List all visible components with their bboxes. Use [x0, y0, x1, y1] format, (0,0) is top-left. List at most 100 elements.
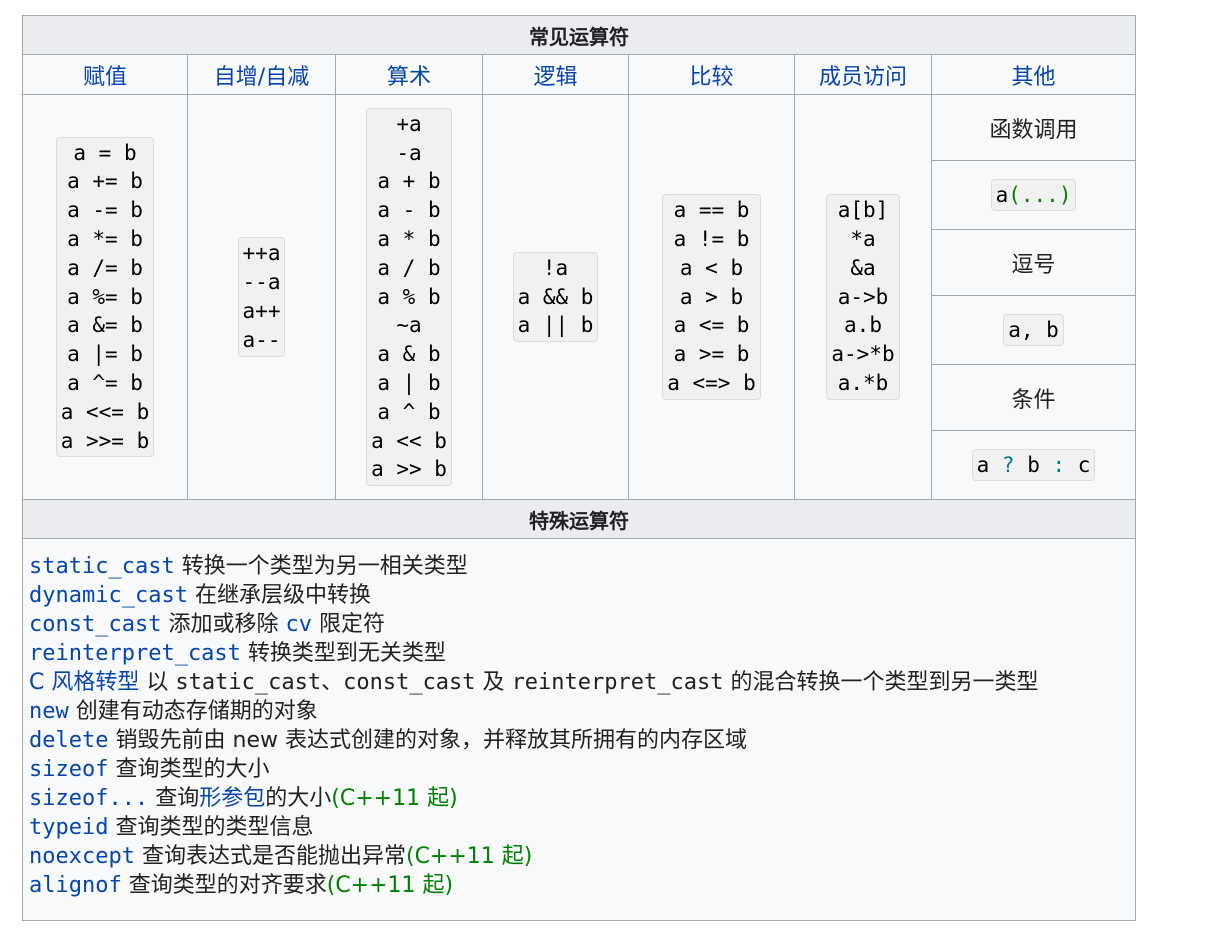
- operator-line[interactable]: a->*b: [831, 340, 894, 369]
- operator-line[interactable]: a + b: [371, 167, 447, 196]
- new-link[interactable]: new: [29, 699, 69, 724]
- operator-line[interactable]: --a: [243, 268, 281, 297]
- arithmetic-cell: +a -a a + ba - ba * ba / ba % b ~a a & ba | …: [335, 94, 483, 500]
- reinterpret-cast-link[interactable]: reinterpret_cast: [29, 641, 241, 666]
- function-call-code[interactable]: a(...): [990, 178, 1077, 212]
- operator-line[interactable]: -a: [371, 139, 447, 168]
- operator-line[interactable]: a && b: [518, 283, 594, 312]
- alignof-link[interactable]: alignof: [29, 873, 122, 898]
- operator-line[interactable]: a |= b: [61, 340, 150, 369]
- operator-line[interactable]: a += b: [61, 167, 150, 196]
- c-style-code-static: static_cast: [175, 670, 322, 695]
- noexcept-link[interactable]: noexcept: [29, 844, 135, 869]
- parameter-pack-link[interactable]: 形参包: [199, 786, 265, 811]
- operator-line[interactable]: a *= b: [61, 225, 150, 254]
- operator-line[interactable]: a << b: [371, 427, 447, 456]
- operator-line[interactable]: a ^ b: [371, 398, 447, 427]
- comparison-code-box: a == ba != ba < ba > ba <= ba >= ba <=> …: [662, 194, 761, 400]
- arithmetic-code-box: +a -a a + ba - ba * ba / ba % b ~a a & ba | …: [366, 107, 452, 487]
- operator-line[interactable]: &a: [831, 254, 894, 283]
- operator-line[interactable]: a < b: [667, 254, 756, 283]
- sizeof-pack-link[interactable]: sizeof...: [29, 786, 148, 811]
- column-headers: 赋值 自增/自减 算术 逻辑 比较 成员访问 其他: [22, 54, 1137, 95]
- list-item: sizeof... 查询形参包的大小(C++11 起): [29, 784, 1135, 813]
- delete-desc-post: 表达式创建的对象，并释放其所拥有的内存区域: [284, 728, 747, 753]
- header-comparison-link[interactable]: 比较: [689, 65, 733, 90]
- operator-line[interactable]: a.b: [831, 311, 894, 340]
- cv-link[interactable]: cv: [285, 612, 312, 637]
- operator-line[interactable]: a & b: [371, 340, 447, 369]
- list-item: noexcept 查询表达式是否能抛出异常(C++11 起): [29, 842, 1135, 871]
- operator-line[interactable]: ++a: [243, 239, 281, 268]
- header-incdec-link[interactable]: 自增/自减: [214, 65, 309, 90]
- assignment-code-box: a = ba += ba -= ba *= ba /= ba %= ba &= …: [55, 136, 155, 458]
- list-item: static_cast 转换一个类型为另一相关类型: [29, 552, 1135, 581]
- conditional-label: 条件: [930, 364, 1137, 431]
- conditional-code[interactable]: a ? b : c: [971, 448, 1096, 482]
- static-cast-link[interactable]: static_cast: [29, 554, 175, 579]
- delete-desc-pre: 销毁先前由: [115, 728, 226, 753]
- operator-line[interactable]: a >>= b: [61, 427, 150, 456]
- header-assignment-link[interactable]: 赋值: [83, 65, 127, 90]
- typeid-link[interactable]: typeid: [29, 815, 108, 840]
- reinterpret-cast-desc: 转换类型到无关类型: [247, 641, 446, 666]
- operator-line[interactable]: a++: [243, 297, 281, 326]
- operator-line[interactable]: a == b: [667, 196, 756, 225]
- header-logical-link[interactable]: 逻辑: [533, 65, 577, 90]
- incdec-cell: ++a --a a++ a--: [187, 94, 336, 500]
- c-style-cast-link[interactable]: C 风格转型: [29, 670, 139, 695]
- operator-line[interactable]: a->b: [831, 283, 894, 312]
- logical-cell: !a a && ba || b: [482, 94, 629, 500]
- alignof-desc: 查询类型的对齐要求: [128, 873, 327, 898]
- c-style-desc-2: 及: [482, 670, 505, 695]
- operator-line[interactable]: a >= b: [667, 340, 756, 369]
- member-access-code-box: a[b] *a &a a->b a.b a->*b a.*b: [826, 194, 900, 400]
- list-item: sizeof 查询类型的大小: [29, 755, 1135, 784]
- header-member-access-link[interactable]: 成员访问: [819, 65, 907, 90]
- operator-line[interactable]: a <=> b: [667, 369, 756, 398]
- operator-line[interactable]: a[b]: [831, 196, 894, 225]
- delete-desc-new: new: [232, 728, 278, 753]
- list-item: C 风格转型 以 static_cast、const_cast 及 reinte…: [29, 668, 1135, 697]
- const-cast-link[interactable]: const_cast: [29, 612, 161, 637]
- operator-line[interactable]: a / b: [371, 254, 447, 283]
- dynamic-cast-link[interactable]: dynamic_cast: [29, 583, 188, 608]
- since-cpp11-badge: (C++11 起): [331, 786, 458, 811]
- operator-line[interactable]: a - b: [371, 196, 447, 225]
- operator-line[interactable]: a >> b: [371, 455, 447, 484]
- operator-line[interactable]: a.*b: [831, 369, 894, 398]
- operator-line[interactable]: +a: [371, 110, 447, 139]
- operator-line[interactable]: a * b: [371, 225, 447, 254]
- operator-line[interactable]: a ^= b: [61, 369, 150, 398]
- operators-table: 常见运算符 赋值 自增/自减 算术 逻辑 比较 成员访问 其他 a = ba +…: [21, 15, 1137, 921]
- operator-line[interactable]: a = b: [61, 139, 150, 168]
- operator-line[interactable]: a <= b: [667, 311, 756, 340]
- header-other-link[interactable]: 其他: [1012, 65, 1056, 90]
- comma-label: 逗号: [930, 229, 1137, 296]
- c-style-desc-3: 的混合转换一个类型到另一类型: [730, 670, 1039, 695]
- operator-line[interactable]: a--: [243, 326, 281, 355]
- operator-line[interactable]: a > b: [667, 283, 756, 312]
- header-arithmetic-link[interactable]: 算术: [387, 65, 431, 90]
- delete-link[interactable]: delete: [29, 728, 108, 753]
- operator-line[interactable]: a || b: [518, 311, 594, 340]
- operator-line[interactable]: *a: [831, 225, 894, 254]
- operator-line[interactable]: a &= b: [61, 311, 150, 340]
- list-item: delete 销毁先前由 new 表达式创建的对象，并释放其所拥有的内存区域: [29, 726, 1135, 755]
- operator-line[interactable]: a %= b: [61, 283, 150, 312]
- operator-line[interactable]: a -= b: [61, 196, 150, 225]
- since-cpp11-badge: (C++11 起): [326, 873, 454, 898]
- c-style-code-reinterpret: reinterpret_cast: [511, 670, 724, 695]
- operator-line[interactable]: ~a: [371, 311, 447, 340]
- comma-code[interactable]: a, b: [1003, 313, 1064, 347]
- operator-line[interactable]: a <<= b: [61, 398, 150, 427]
- since-cpp11-badge: (C++11 起): [405, 844, 533, 869]
- operator-line[interactable]: a != b: [667, 225, 756, 254]
- operator-line[interactable]: a /= b: [61, 254, 150, 283]
- sizeof-link[interactable]: sizeof: [29, 757, 108, 782]
- operator-line[interactable]: a | b: [371, 369, 447, 398]
- list-item: new 创建有动态存储期的对象: [29, 697, 1135, 726]
- c-style-code-const: const_cast: [343, 670, 476, 695]
- operator-line[interactable]: a % b: [371, 283, 447, 312]
- operator-line[interactable]: !a: [518, 254, 594, 283]
